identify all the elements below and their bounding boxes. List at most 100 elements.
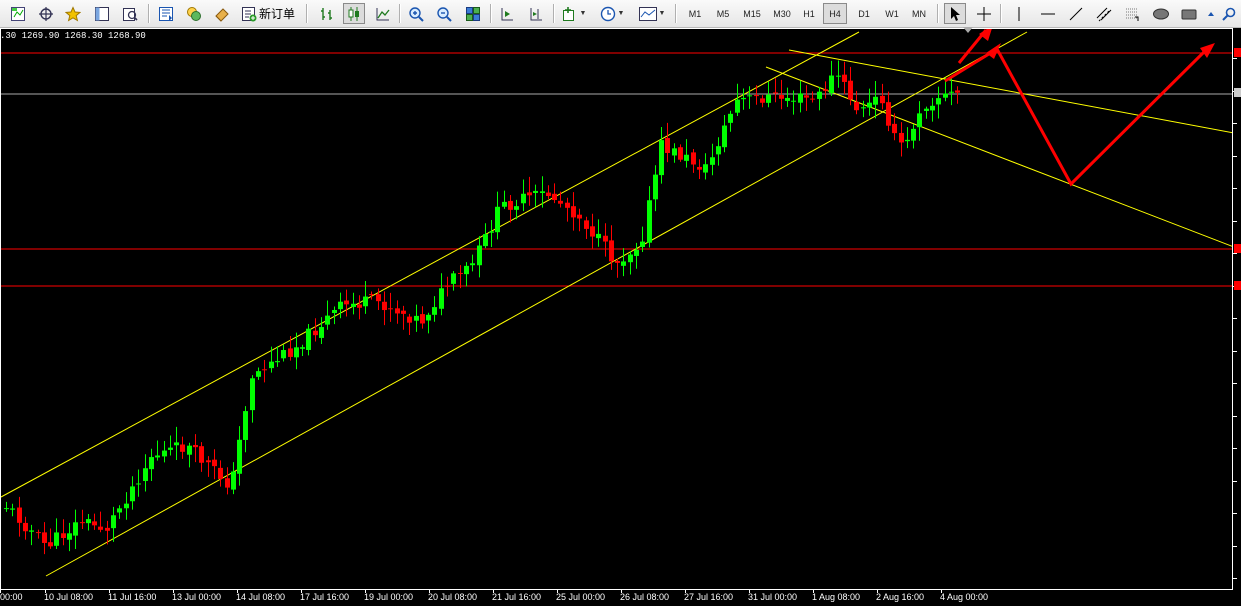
time-axis-label: 26 Jul 08:00 (620, 592, 670, 602)
bull-candle (149, 457, 154, 470)
search-icon[interactable] (1218, 3, 1240, 24)
bull-candle (300, 347, 305, 349)
timeframe-w1[interactable]: W1 (879, 3, 905, 24)
bull-candle (4, 508, 9, 510)
time-axis-tick (45, 590, 46, 593)
templates-menu[interactable]: ▼ (636, 3, 668, 24)
chart-canvas[interactable] (1, 29, 1233, 590)
price-axis-tick (1233, 513, 1237, 514)
timeframe-m1[interactable]: M1 (681, 3, 709, 24)
fibonacci-icon[interactable] (1121, 3, 1143, 24)
bear-candle (565, 202, 570, 208)
price-level-marker (1234, 48, 1241, 57)
equidistant-channel-icon[interactable] (1093, 3, 1115, 24)
line-chart-icon[interactable] (372, 3, 394, 24)
timeframe-d1[interactable]: D1 (851, 3, 877, 24)
favorites-icon[interactable] (62, 3, 84, 24)
time-axis-tick (877, 590, 878, 593)
timeframe-h4[interactable]: H4 (823, 3, 847, 24)
bull-candle (540, 191, 545, 193)
time-axis-label: 27 Jul 16:00 (684, 592, 734, 602)
bear-candle (218, 467, 223, 479)
price-chart[interactable] (0, 28, 1233, 590)
bull-candle (684, 154, 689, 161)
bull-candle (243, 411, 248, 440)
timeframe-mn[interactable]: MN (905, 3, 933, 24)
time-axis-tick (941, 590, 942, 593)
new-chart-icon[interactable] (7, 3, 29, 24)
indicators-menu[interactable]: ▼ (559, 3, 589, 24)
forecast-arrow (944, 29, 1215, 187)
bull-candle (640, 241, 645, 247)
chart-shift-marker[interactable] (963, 27, 973, 33)
bull-candle (130, 486, 135, 502)
bear-candle (420, 314, 425, 324)
periods-menu[interactable]: ▼ (597, 3, 627, 24)
bear-candle (697, 166, 702, 170)
bear-candle (401, 310, 406, 314)
strategy-tester-icon[interactable] (119, 3, 141, 24)
bull-candle (294, 347, 299, 358)
bull-candle (672, 148, 677, 156)
data-window-icon[interactable] (91, 3, 113, 24)
bull-candle (621, 261, 626, 266)
timeframe-m15[interactable]: M15 (737, 3, 767, 24)
bull-candle (798, 93, 803, 103)
price-axis-tick (1233, 481, 1237, 482)
price-level-marker (1234, 281, 1241, 290)
timeframe-m30[interactable]: M30 (767, 3, 797, 24)
bull-candle (728, 113, 733, 123)
time-axis-label: 13 Jul 00:00 (172, 592, 222, 602)
bear-candle (603, 235, 608, 242)
zoom-in-icon[interactable] (405, 3, 427, 24)
bull-candle (785, 97, 790, 101)
bear-candle (552, 193, 557, 201)
market-watch-icon[interactable] (155, 3, 177, 24)
cursor-tool-icon[interactable] (944, 3, 966, 24)
candlestick-chart-icon[interactable] (343, 3, 365, 24)
horizontal-line-icon[interactable] (1037, 3, 1059, 24)
trendline-icon[interactable] (1065, 3, 1087, 24)
rectangle-icon[interactable] (1178, 3, 1200, 24)
bull-candle (703, 164, 708, 173)
bull-candle (73, 522, 78, 536)
chart-shift-icon[interactable] (496, 3, 518, 24)
timeframe-h1[interactable]: H1 (797, 3, 821, 24)
time-axis-label: 20 Jul 08:00 (428, 592, 478, 602)
price-axis-tick (1233, 416, 1237, 417)
ellipse-icon[interactable] (1150, 3, 1172, 24)
time-axis-tick (301, 590, 302, 593)
autotrading-icon[interactable] (211, 3, 233, 24)
time-axis-label: 25 Jul 00:00 (556, 592, 606, 602)
arrow-head (979, 29, 992, 41)
bear-candle (665, 138, 670, 153)
bull-candle (275, 361, 280, 363)
bear-candle (313, 330, 318, 336)
auto-scroll-icon[interactable] (525, 3, 547, 24)
new-order-icon (242, 6, 257, 21)
price-axis-tick (1233, 383, 1237, 384)
bear-candle (407, 316, 412, 323)
crosshair-nav-icon[interactable] (35, 3, 57, 24)
bull-candle (628, 254, 633, 263)
bull-candle (949, 91, 954, 93)
bar-chart-icon[interactable] (316, 3, 338, 24)
bear-candle (779, 95, 784, 99)
zoom-out-icon[interactable] (433, 3, 455, 24)
bear-candle (48, 542, 53, 547)
bear-candle (288, 348, 293, 357)
bear-candle (357, 304, 362, 308)
new-order-button[interactable]: 新订单 (239, 3, 297, 24)
bull-candle (917, 113, 922, 128)
tile-windows-icon[interactable] (462, 3, 484, 24)
bull-candle (477, 245, 482, 266)
timeframe-m5[interactable]: M5 (709, 3, 737, 24)
new-order-label: 新订单 (259, 7, 296, 21)
price-axis-tick (1233, 221, 1237, 222)
crosshair-tool-icon[interactable] (973, 3, 995, 24)
more-tools-icon[interactable] (1206, 3, 1216, 24)
expert-advisor-icon[interactable] (183, 3, 205, 24)
separator (399, 4, 401, 23)
vertical-line-icon[interactable] (1008, 3, 1030, 24)
bear-candle (42, 532, 47, 543)
